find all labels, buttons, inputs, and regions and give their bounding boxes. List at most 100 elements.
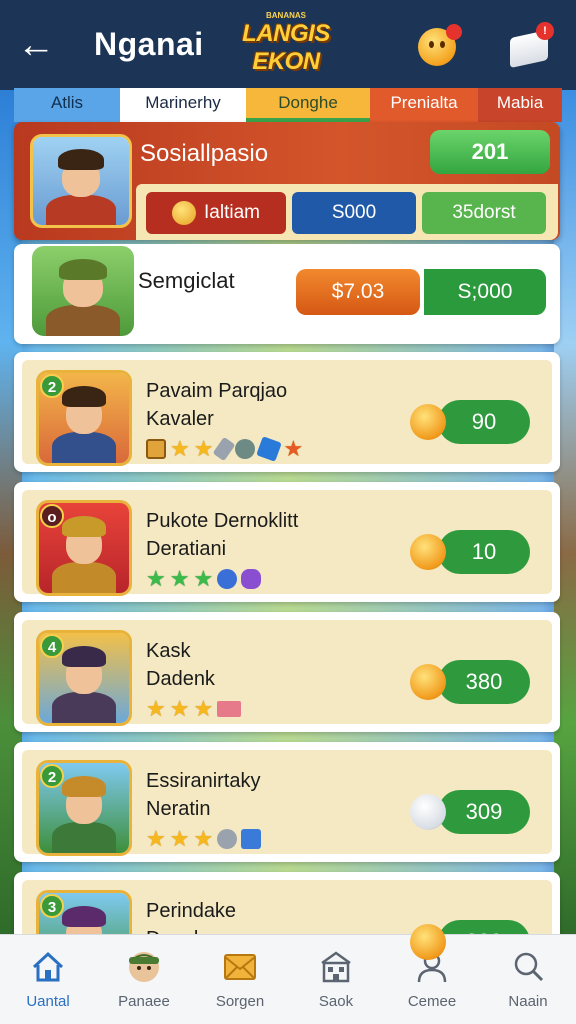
logo-line-2: EKON	[252, 48, 320, 75]
green-star-icon: ★	[169, 566, 190, 591]
nav-item-search[interactable]: Naain	[480, 935, 576, 1024]
logo-line-1: LANGIS	[242, 20, 330, 47]
building-icon	[321, 951, 351, 983]
rank-badge: 3	[40, 894, 64, 918]
player-subtitle: Neratin	[146, 798, 211, 820]
home-icon	[32, 951, 64, 982]
list-item[interactable]: 4 Kask Dadenk ★ ★ ★ 380	[14, 612, 560, 732]
logo-small-text: BANANAS	[266, 11, 306, 20]
blue-gem-icon	[256, 436, 283, 462]
tab-2[interactable]: Marinerhy	[120, 88, 246, 122]
star-icon: ★	[170, 436, 190, 461]
rank-badge: o	[40, 504, 64, 528]
list-item[interactable]: o Pukote Dernoklitt Deratiani ★ ★ ★ 10	[14, 482, 560, 602]
rank-badge: 2	[40, 764, 64, 788]
avatar: 4	[36, 630, 132, 726]
offer-name: Semgiclat	[138, 268, 235, 293]
emoji-icon	[410, 664, 446, 700]
price-green-button[interactable]: S;000	[424, 269, 546, 315]
search-icon	[514, 952, 544, 982]
player-name: Kask	[146, 640, 191, 662]
score-value: 10	[438, 530, 530, 574]
blue-flower-icon	[217, 569, 238, 589]
rank-badge: 2	[40, 374, 64, 398]
gear-icon	[217, 829, 238, 849]
score-value: 380	[438, 660, 530, 704]
nav-item-messages[interactable]: Sorgen	[192, 935, 288, 1024]
nav-item-home[interactable]: Uantal	[0, 935, 96, 1024]
emoji-icon	[410, 924, 446, 960]
list-item[interactable]: 2 Essiranirtaky Neratin ★ ★ ★ 309	[14, 742, 560, 862]
page-title: Nganai	[94, 26, 204, 62]
nav-label: Saok	[318, 993, 354, 1010]
tab-4[interactable]: Prenialta	[370, 88, 478, 122]
gem-icon	[212, 436, 236, 462]
nav-label: Sorgen	[215, 993, 265, 1010]
offer-card[interactable]: Semgiclat $7.03 S;000	[14, 244, 560, 344]
avatar	[30, 134, 132, 228]
tab-1[interactable]: Atlis	[14, 88, 120, 122]
chip-blue[interactable]: S000	[292, 192, 416, 234]
chip-red[interactable]: Ialtiam	[146, 192, 286, 234]
avatar-icon	[129, 952, 159, 982]
top-app-bar: ← Nganai BANANAS LANGIS EKON !	[0, 0, 576, 90]
pink-claw-icon	[217, 701, 242, 717]
emoji-button[interactable]	[414, 22, 464, 70]
nav-item-profile-avatar[interactable]: Panaee	[96, 935, 192, 1024]
score-button[interactable]: 309	[410, 790, 530, 834]
featured-player-name: Sosiallpasio	[140, 140, 269, 167]
star-icon: ★	[169, 826, 190, 851]
price-orange-button[interactable]: $7.03	[296, 269, 420, 315]
notification-dot	[446, 24, 462, 40]
emoji-icon	[410, 404, 446, 440]
avatar: 2	[36, 760, 132, 856]
purple-gem-icon	[241, 569, 262, 589]
nav-label: Uantal	[26, 993, 70, 1010]
score-value: 90	[438, 400, 530, 444]
avatar: o	[36, 500, 132, 596]
avatar	[32, 246, 134, 336]
badge-row: ★ ★ ★	[146, 696, 242, 721]
star-icon: ★	[193, 826, 214, 851]
badge-row: ★ ★ ★	[146, 436, 304, 462]
star-icon: ★	[193, 436, 214, 461]
game-logo: BANANAS LANGIS EKON	[238, 12, 334, 76]
star-icon: ★	[169, 696, 190, 721]
blue-box-icon	[241, 829, 262, 849]
envelope-icon	[224, 954, 256, 980]
green-star-icon: ★	[193, 566, 214, 591]
chip-red-label: Ialtiam	[204, 202, 260, 223]
tab-3-active[interactable]: Donghe	[246, 88, 370, 122]
player-name: Essiranirtaky	[146, 770, 261, 792]
mailbox-button[interactable]: !	[506, 22, 556, 70]
nav-label: Cemee	[407, 993, 457, 1010]
chip-green[interactable]: 35dorst	[422, 192, 546, 234]
star-icon: ★	[146, 696, 166, 721]
featured-chip-row: Ialtiam S000 35dorst	[136, 184, 558, 240]
featured-player-card[interactable]: Sosiallpasio 201 Ialtiam S000 35dorst	[14, 122, 560, 240]
green-star-icon: ★	[146, 566, 166, 591]
category-tabs: Atlis Marinerhy Donghe Prenialta Mabia	[14, 88, 562, 122]
rock-icon	[235, 439, 256, 459]
player-subtitle: Deratiani	[146, 538, 227, 560]
back-arrow-icon[interactable]: ←	[16, 26, 56, 66]
score-button[interactable]: 90	[410, 400, 530, 444]
mail-alert-badge: !	[536, 22, 554, 40]
bottom-navigation: Uantal Panaee Sorgen Saok Cemee Naain	[0, 934, 576, 1024]
coin-icon	[172, 201, 197, 225]
nav-item-shop[interactable]: Saok	[288, 935, 384, 1024]
rank-badge: 4	[40, 634, 64, 658]
badge-row: ★ ★ ★	[146, 826, 262, 851]
list-item[interactable]: 2 Pavaim Parqjao Kavaler ★ ★ ★ 90	[14, 352, 560, 472]
star-icon: ★	[146, 826, 166, 851]
nav-label: Naain	[508, 993, 548, 1010]
fire-star-icon: ★	[283, 436, 304, 461]
ghost-icon	[410, 794, 446, 830]
player-name: Pavaim Parqjao	[146, 380, 288, 402]
tab-5[interactable]: Mabia	[478, 88, 562, 122]
player-name: Perindake	[146, 900, 237, 922]
score-button[interactable]: 380	[410, 660, 530, 704]
score-button[interactable]: 10	[410, 530, 530, 574]
score-value: 309	[438, 790, 530, 834]
featured-score-button[interactable]: 201	[430, 130, 550, 174]
